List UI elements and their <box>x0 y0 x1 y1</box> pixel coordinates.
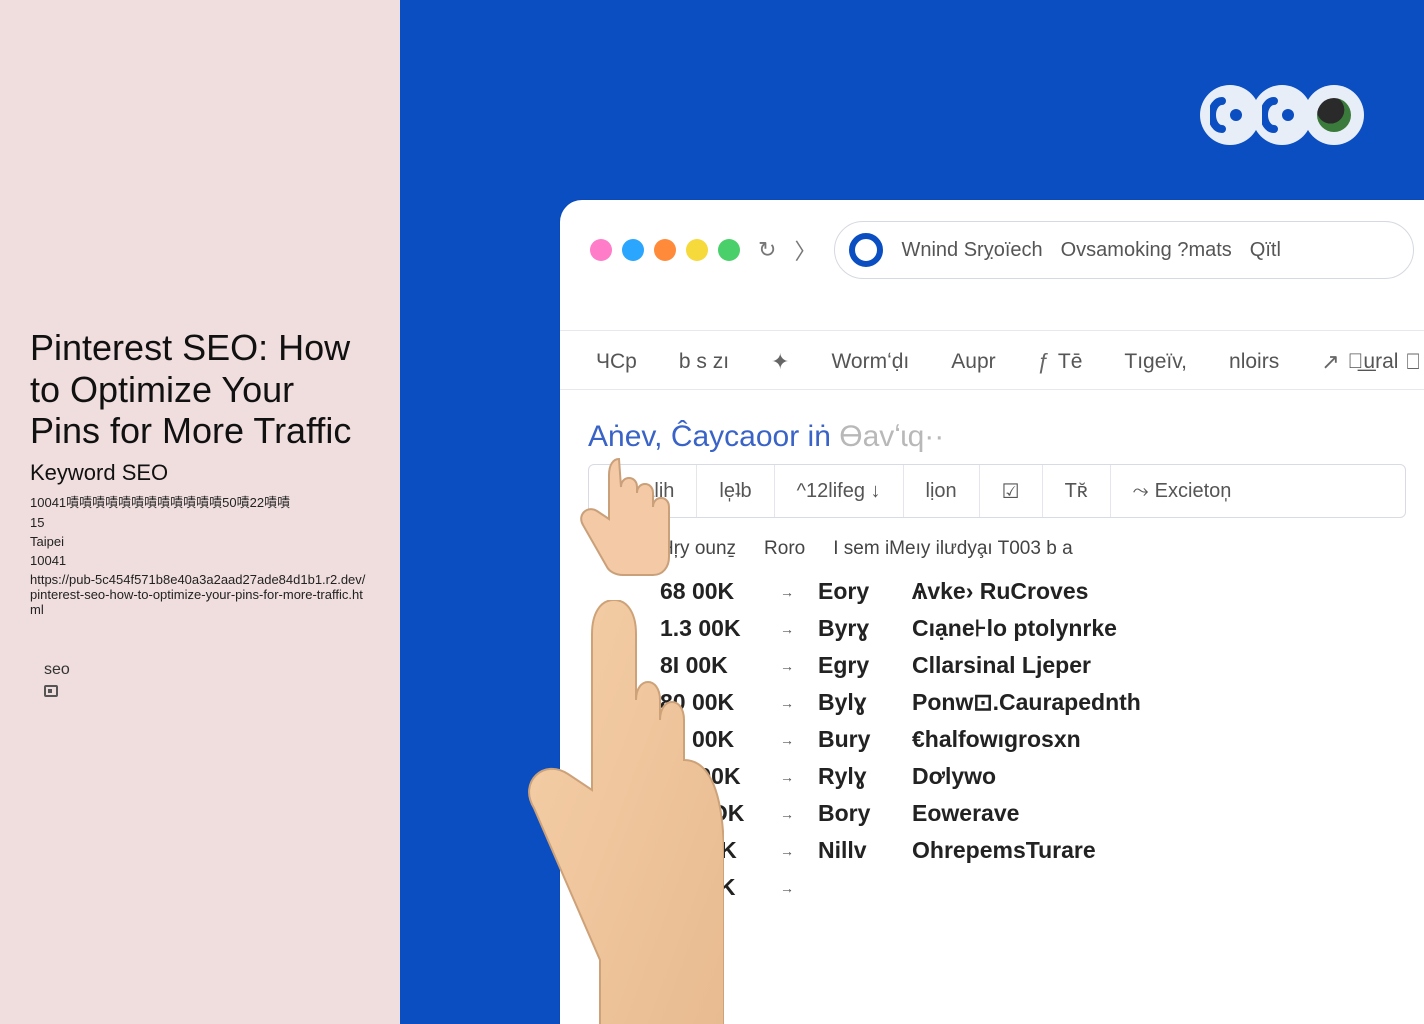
filter-seg[interactable]: lịon <box>904 465 980 517</box>
tab-glyph-icon: ✦ <box>771 349 789 375</box>
breadcrumb: Ovsamoking ?mats <box>1061 239 1232 262</box>
tab-glyph-icon: ƒ <box>1038 349 1050 375</box>
list-row[interactable]: 8I 00K→EgryCllarsinal Ljeper <box>660 652 1406 679</box>
heading-muted: Ɵavʻɩq·· <box>839 420 944 453</box>
meta-line: Taipei <box>30 534 370 549</box>
dot-icon[interactable] <box>590 239 612 261</box>
chevron-right-icon: → <box>780 732 794 748</box>
tab-glyph-icon: ⎕ <box>1406 349 1419 375</box>
keyword-list: 68 00K→EoryѦvke› RuCroves 1.3 00K→ByrɣCı… <box>560 574 1424 901</box>
filter-seg[interactable]: ṅɥvalih <box>589 465 697 517</box>
browser-window: ↻ 〉 Wnind Srỵoïech Ovsamoking ?mats Qïtl… <box>560 200 1424 1024</box>
dot-icon[interactable] <box>686 239 708 261</box>
list-row[interactable]: 80 00K→BylɣPonw⊡.Caurapednth <box>660 689 1406 716</box>
tab-item[interactable]: b s zı <box>679 350 729 374</box>
tab-glyph-icon: ↗ <box>1321 349 1339 375</box>
subrow-cell: I sem iMeıy ilưdya̧ı T003 b a <box>833 538 1072 560</box>
list-row[interactable]: 68 00K→EoryѦvke› RuCroves <box>660 578 1406 605</box>
forward-icon[interactable]: 〉 <box>794 234 816 266</box>
subrow-cell: Hŗy ounẕ <box>660 538 736 560</box>
tab-item[interactable]: ЧCр <box>588 350 637 374</box>
refresh-icon[interactable]: ↻ <box>758 237 776 263</box>
heading-main: Aṅev, Ĉaycaoor iṅ <box>588 420 831 453</box>
profile-badges <box>1208 85 1364 145</box>
chevron-right-icon: → <box>780 880 794 896</box>
tab-item[interactable]: ✦ <box>771 349 789 375</box>
filter-seg[interactable]: ^12lifeg ↓ <box>775 465 904 517</box>
chart-icon: ⤳ <box>1133 480 1149 503</box>
seo-chip: seo <box>30 661 370 679</box>
address-bar[interactable]: Wnind Srỵoïech Ovsamoking ?mats Qïtl <box>834 221 1414 279</box>
checkbox-icon: ☑ <box>1002 479 1020 504</box>
list-row[interactable]: 32 00K→Bury€halfowıgrosxn <box>660 726 1406 753</box>
filter-bar: ṅɥvalih le̩ʇb ^12lifeg ↓ lịon ☑ Tʀ̆ ⤳Exc… <box>588 464 1406 518</box>
right-panel: ↻ 〉 Wnind Srỵoïech Ovsamoking ?mats Qïtl… <box>400 0 1424 1024</box>
tab-item[interactable]: Tıgeïv, <box>1124 350 1187 374</box>
chevron-right-icon: → <box>780 806 794 822</box>
left-sidebar: Pinterest SEO: How to Optimize Your Pins… <box>0 0 400 1024</box>
image-placeholder-icon <box>44 685 58 697</box>
chevron-right-icon: → <box>780 584 794 600</box>
tab-item[interactable]: ↗〈͟ural ⎕ <box>1321 349 1419 375</box>
page-title: Pinterest SEO: How to Optimize Your Pins… <box>30 327 370 451</box>
badge-icon <box>1200 85 1260 145</box>
list-row[interactable]: 1.3 00K→ByrɣCıạne⊦lo ptolynrke <box>660 615 1406 642</box>
meta-line: 10041 <box>30 553 370 568</box>
list-row[interactable]: S0 00K→NillvOhrepemsTurare <box>660 837 1406 864</box>
dot-icon[interactable] <box>718 239 740 261</box>
tab-item[interactable]: nloirs <box>1229 350 1279 374</box>
filter-seg[interactable]: le̩ʇb <box>697 465 774 517</box>
dot-icon[interactable] <box>654 239 676 261</box>
chevron-right-icon: → <box>780 621 794 637</box>
tab-item[interactable]: Wormʻḍı <box>831 350 909 374</box>
browser-toolbar: ↻ 〉 Wnind Srỵoïech Ovsamoking ?mats Qïtl <box>560 200 1424 300</box>
subrow-cell: Roro <box>764 538 805 560</box>
badge-icon <box>1252 85 1312 145</box>
tab-item[interactable]: Aupr <box>951 350 995 374</box>
window-controls[interactable] <box>590 239 740 261</box>
page-heading: Aṅev, Ĉaycaoor iṅ Ɵavʻɩq·· <box>560 390 1424 464</box>
loading-spinner-icon <box>849 233 883 267</box>
tab-item[interactable]: ƒTē <box>1038 349 1083 375</box>
filter-seg[interactable]: Tʀ̆ <box>1043 465 1111 517</box>
list-row[interactable]: 1.7 00K→RylɣDơlywo <box>660 763 1406 790</box>
meta-line: 10041嘖嘖嘖嘖嘖嘖嘖嘖嘖嘖嘖嘖50嘖22嘖嘖 <box>30 492 370 511</box>
meta-line: 15 <box>30 515 370 530</box>
dot-icon[interactable] <box>622 239 644 261</box>
category-tabs: ЧCр b s zı ✦ Wormʻḍı Aupr ƒTē Tıgeïv, nl… <box>560 331 1424 390</box>
chevron-right-icon: → <box>780 769 794 785</box>
breadcrumb: Qïtl <box>1250 239 1281 262</box>
page-subtitle: Keyword SEO <box>30 460 370 486</box>
list-row[interactable]: 8Ł 00K→ <box>660 874 1406 901</box>
filter-seg[interactable]: ☑ <box>980 465 1043 517</box>
sub-header-row: Hŗy ounẕ Roro I sem iMeıy ilưdya̧ı T003 … <box>560 524 1424 574</box>
chevron-right-icon: → <box>780 658 794 674</box>
list-row[interactable]: 32 OOK→BoryEowerave <box>660 800 1406 827</box>
meta-url: https://pub-5c454f571b8e40a3a2aad27ade84… <box>30 572 370 617</box>
chevron-right-icon: → <box>780 695 794 711</box>
chevron-right-icon: → <box>780 843 794 859</box>
filter-seg[interactable]: ⤳Excieton̩ <box>1111 465 1254 517</box>
breadcrumb: Wnind Srỵoïech <box>901 239 1042 262</box>
avatar-icon <box>1304 85 1364 145</box>
